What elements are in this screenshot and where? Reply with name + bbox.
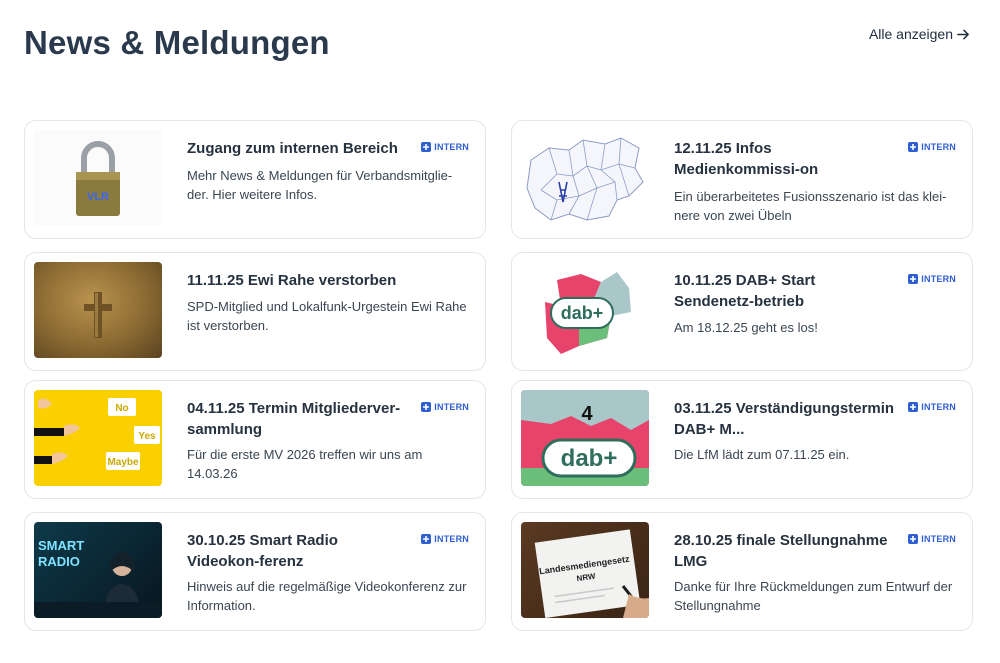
intern-badge: INTERN (908, 142, 956, 152)
news-card[interactable]: dab+ 10.11.25 DAB+ Start Sendenetz-betri… (511, 252, 973, 371)
show-all-label: Alle anzeigen (868, 26, 953, 42)
plus-icon (908, 142, 919, 152)
arrow-right-icon (957, 29, 969, 39)
card-description: Ein überarbeitetes Fusionsszenario ist d… (674, 189, 947, 223)
card-title: Zugang zum internen Bereich (187, 140, 398, 157)
intern-badge: INTERN (908, 274, 956, 284)
card-description: Mehr News & Meldungen für Verbandsmitgli… (187, 168, 453, 202)
intern-badge-label: INTERN (921, 534, 956, 544)
intern-badge: INTERN (908, 402, 956, 412)
dab-logo-text: dab+ (561, 445, 618, 472)
dab-logo-text: dab+ (561, 303, 604, 323)
intern-badge-label: INTERN (434, 534, 469, 544)
news-card[interactable]: 11.11.25 Ewi Rahe verstorben SPD-Mitglie… (24, 252, 486, 371)
news-card[interactable]: 12.11.25 Infos Medienkommissi-on Ein übe… (511, 120, 973, 239)
landesmediengesetz-document-image: Landesmediengesetz NRW (521, 522, 649, 618)
card-description: SPD-Mitglied und Lokalfunk-Urgestein Ewi… (187, 299, 467, 333)
intern-badge-label: INTERN (921, 274, 956, 284)
vote-hands-image: No Yes Maybe (34, 390, 162, 486)
intern-badge: INTERN (421, 402, 469, 412)
card-title: 03.11.25 Verständigungstermin DAB+ M... (674, 400, 895, 438)
card-description: Am 18.12.25 geht es los! (674, 320, 818, 335)
svg-text:RADIO: RADIO (38, 554, 80, 569)
page-title: News & Meldungen (24, 24, 330, 61)
plus-icon (908, 534, 919, 544)
card-title: 10.11.25 DAB+ Start Sendenetz-betrieb (674, 272, 816, 310)
maybe-label: Maybe (107, 457, 139, 468)
card-description: Für die erste MV 2026 treffen wir uns am… (187, 447, 423, 481)
plus-icon (421, 142, 432, 152)
card-title: 28.10.25 finale Stellungnahme LMG (674, 532, 888, 570)
news-card[interactable]: SMART RADIO 30.10.25 Smart Radio Videoko… (24, 512, 486, 631)
no-label: No (115, 403, 128, 414)
plus-icon (908, 274, 919, 284)
plus-icon (908, 402, 919, 412)
svg-text:4: 4 (581, 403, 593, 425)
nrw-district-map-image (521, 130, 649, 226)
intern-badge: INTERN (421, 534, 469, 544)
intern-badge-label: INTERN (434, 142, 469, 152)
smart-radio-image: SMART RADIO (34, 522, 162, 618)
card-title: 11.11.25 Ewi Rahe verstorben (187, 272, 397, 289)
dab-plus-map-image: dab+ (521, 262, 649, 358)
card-description: Hinweis auf die regelmäßige Videokonfere… (187, 579, 467, 613)
intern-badge: INTERN (421, 142, 469, 152)
plus-icon (421, 402, 432, 412)
card-title: 04.11.25 Termin Mitgliederver-sammlung (187, 400, 401, 438)
yes-label: Yes (138, 431, 156, 442)
show-all-link[interactable]: Alle anzeigen (869, 26, 970, 42)
dab-plus-logo-image: 4 dab+ (521, 390, 649, 486)
padlock-image: VLR (34, 130, 162, 226)
card-description: Danke für Ihre Rückmeldungen zum Entwurf… (674, 579, 953, 613)
news-card[interactable]: Landesmediengesetz NRW 28.10.25 finale S… (511, 512, 973, 631)
news-card[interactable]: No Yes Maybe 04.11.25 Termin Mitgliederv… (24, 380, 486, 499)
card-title: 12.11.25 Infos Medienkommissi-on (674, 140, 819, 178)
news-card[interactable]: VLR Zugang zum internen Bereich Mehr New… (24, 120, 486, 239)
padlock-text: VLR (87, 191, 109, 203)
intern-badge-label: INTERN (434, 402, 469, 412)
intern-badge-label: INTERN (921, 402, 956, 412)
smart-radio-text: SMART (38, 538, 84, 553)
intern-badge-label: INTERN (921, 142, 956, 152)
wooden-cross-image (34, 262, 162, 358)
plus-icon (421, 534, 432, 544)
intern-badge: INTERN (908, 534, 956, 544)
news-card[interactable]: 4 dab+ 03.11.25 Verständigungstermin DAB… (511, 380, 973, 499)
card-description: Die LfM lädt zum 07.11.25 ein. (674, 447, 850, 462)
card-title: 30.10.25 Smart Radio Videokon-ferenz (187, 532, 338, 570)
